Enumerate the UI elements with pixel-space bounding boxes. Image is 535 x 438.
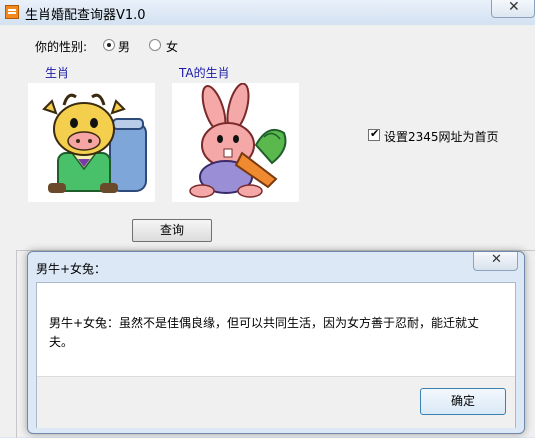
window-close-button[interactable]: ✕ bbox=[491, 0, 535, 18]
dialog-body: 男牛+女兔：虽然不是佳偶良缘，但可以共同生活，因为女方善于忍耐，能迁就丈夫。 确… bbox=[36, 282, 516, 428]
ok-button[interactable]: 确定 bbox=[420, 388, 506, 415]
checkmark-icon: ✔ bbox=[370, 127, 380, 140]
window-title: 生肖婚配查询器V1.0 bbox=[25, 8, 146, 23]
dialog-title: 男牛+女兔： bbox=[36, 262, 107, 276]
homepage-checkbox-label[interactable]: 设置2345网址为首页 bbox=[384, 128, 499, 145]
rabbit-image[interactable] bbox=[172, 82, 299, 202]
dialog-footer: 确定 bbox=[37, 376, 515, 428]
ox-image[interactable] bbox=[28, 83, 155, 202]
radio-female-label[interactable]: 女 bbox=[166, 38, 178, 55]
title-bar: 生肖婚配查询器V1.0 ✕ bbox=[0, 0, 535, 25]
dialog-close-button[interactable]: ✕ bbox=[473, 252, 518, 271]
partner-zodiac-label: TA的生肖 bbox=[179, 66, 230, 80]
homepage-checkbox[interactable]: ✔ bbox=[368, 127, 380, 141]
result-dialog: 男牛+女兔： ✕ 男牛+女兔：虽然不是佳偶良缘，但可以共同生活，因为女方善于忍耐… bbox=[27, 251, 525, 434]
self-zodiac-label: 生肖 bbox=[45, 66, 70, 80]
query-button[interactable]: 查询 bbox=[132, 219, 212, 242]
rabbit-cartoon-icon bbox=[189, 82, 287, 198]
radio-male-label[interactable]: 男 bbox=[118, 38, 130, 55]
ox-cartoon-icon bbox=[42, 93, 147, 193]
radio-male[interactable] bbox=[103, 39, 115, 51]
dialog-message: 男牛+女兔：虽然不是佳偶良缘，但可以共同生活，因为女方善于忍耐，能迁就丈夫。 bbox=[49, 316, 480, 349]
main-window: 生肖婚配查询器V1.0 ✕ 你的性别: 男 女 生肖 TA的生肖 ✔ 设置234… bbox=[0, 0, 535, 438]
gender-label: 你的性别: bbox=[35, 40, 88, 54]
close-icon: ✕ bbox=[491, 252, 502, 267]
close-icon: ✕ bbox=[508, 0, 520, 15]
radio-female[interactable] bbox=[149, 39, 161, 51]
app-icon bbox=[5, 5, 19, 19]
